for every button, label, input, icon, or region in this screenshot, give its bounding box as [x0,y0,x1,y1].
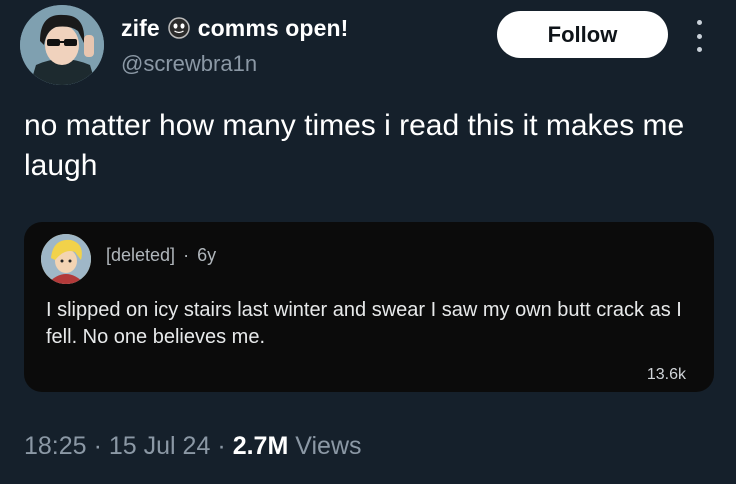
more-vertical-icon[interactable] [688,20,710,52]
quoted-comment-avatar [41,234,91,284]
avatar-cartoon-blond-icon [41,234,91,284]
views-label: Views [295,432,362,460]
author-display-name: zife [121,14,160,41]
tweet-time: 18:25 [24,432,87,460]
views-count: 2.7M [232,432,289,460]
quoted-comment-age: 6y [197,245,217,265]
quoted-comment-card[interactable]: [deleted] · 6y I slipped on icy stairs l… [24,222,714,392]
quoted-comment-body: I slipped on icy stairs last winter and … [46,299,682,348]
author-display-suffix: comms open! [197,14,349,41]
more-dot [696,47,702,52]
quoted-comment-score: 13.6k [646,366,686,383]
author-handle[interactable]: @screwbra1n [121,51,257,77]
avatar-illustration [20,5,104,85]
meta-separator: · [93,432,102,460]
tweet-text: no matter how many times i read this it … [24,109,685,182]
follow-button[interactable]: Follow [497,11,668,58]
quoted-comment-meta: [deleted] · 6y [106,245,216,266]
tweet-meta-row: 18:25 · 15 Jul 24 · 2.7M Views [24,432,362,461]
more-dot [696,33,702,39]
more-dot [696,20,702,25]
smiley-face-icon [168,17,190,39]
author-name-row[interactable]: zife comms open! [121,13,348,43]
tweet: zife comms open! @screwbra1n Follow no m… [0,0,736,484]
meta-separator: · [183,245,190,265]
quoted-comment-username: [deleted] [106,245,176,265]
meta-separator: · [217,432,226,460]
tweet-date: 15 Jul 24 [108,432,211,460]
author-avatar[interactable] [20,5,104,85]
